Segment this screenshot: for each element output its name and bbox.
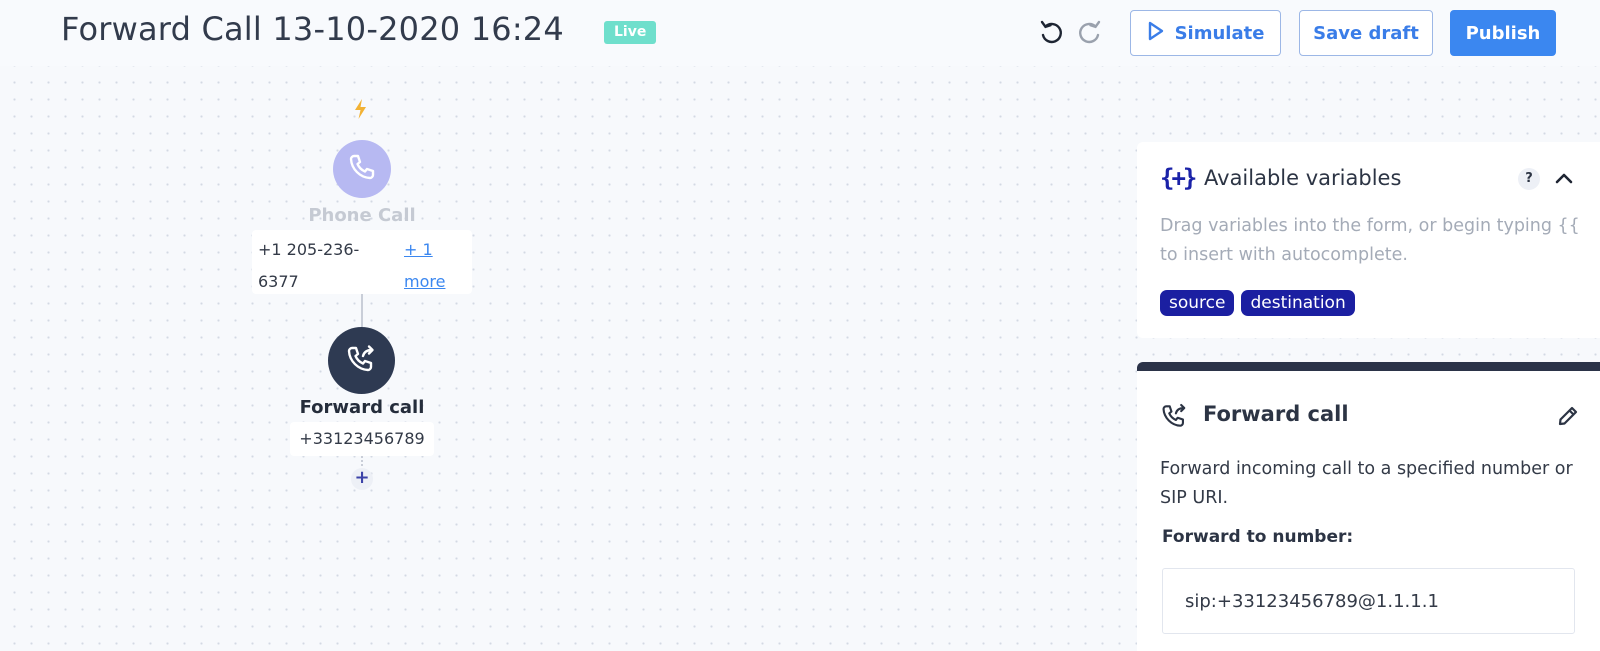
trigger-numbers: +1 205-236-6377 + 1 more bbox=[252, 230, 472, 294]
variables-panel: {+} Available variables ? Drag variables… bbox=[1137, 142, 1600, 338]
more-numbers-link[interactable]: + 1 more bbox=[404, 234, 464, 298]
redo-icon[interactable] bbox=[1075, 17, 1105, 47]
variable-chip-destination[interactable]: destination bbox=[1241, 290, 1355, 316]
forward-call-icon bbox=[1160, 401, 1190, 431]
variables-description: Drag variables into the form, or begin t… bbox=[1160, 216, 1580, 265]
forward-call-node[interactable] bbox=[328, 327, 395, 394]
status-badge: Live bbox=[604, 21, 657, 44]
simulate-label: Simulate bbox=[1174, 22, 1265, 44]
forward-number-label: Forward to number: bbox=[1162, 527, 1354, 547]
variable-chips: source destination bbox=[1160, 290, 1355, 316]
undo-icon[interactable] bbox=[1036, 17, 1066, 47]
trigger-label: Phone Call bbox=[308, 205, 416, 226]
save-draft-button[interactable]: Save draft bbox=[1299, 10, 1433, 56]
add-step-button[interactable]: + bbox=[351, 468, 373, 490]
variable-chip-source[interactable]: source bbox=[1160, 290, 1235, 316]
forward-call-icon bbox=[345, 342, 379, 380]
bolt-icon bbox=[352, 98, 370, 120]
trigger-node[interactable] bbox=[333, 140, 391, 198]
forward-call-label: Forward call bbox=[299, 397, 425, 418]
phone-icon bbox=[347, 152, 377, 186]
forward-call-title: Forward call bbox=[1203, 402, 1349, 426]
forward-number: +33123456789 bbox=[290, 422, 434, 456]
phone-number: +1 205-236-6377 bbox=[258, 240, 360, 291]
variables-icon: {+} bbox=[1160, 164, 1197, 192]
flow-connector bbox=[361, 294, 363, 328]
variables-title: Available variables bbox=[1204, 166, 1402, 190]
help-icon[interactable]: ? bbox=[1518, 168, 1540, 190]
simulate-button[interactable]: Simulate bbox=[1130, 10, 1281, 56]
flow-connector-end bbox=[361, 456, 363, 466]
forward-call-description: Forward incoming call to a specified num… bbox=[1160, 459, 1573, 508]
top-bar: Forward Call 13-10-2020 16:24 Live Simul… bbox=[0, 0, 1600, 66]
page-title: Forward Call 13-10-2020 16:24 bbox=[61, 10, 564, 48]
play-icon bbox=[1147, 21, 1165, 46]
pencil-icon[interactable] bbox=[1555, 403, 1581, 429]
publish-button[interactable]: Publish bbox=[1450, 10, 1556, 56]
chevron-up-icon[interactable] bbox=[1553, 168, 1575, 190]
forward-call-panel: Forward call Forward incoming call to a … bbox=[1137, 362, 1600, 651]
forward-number-input[interactable] bbox=[1162, 568, 1575, 634]
